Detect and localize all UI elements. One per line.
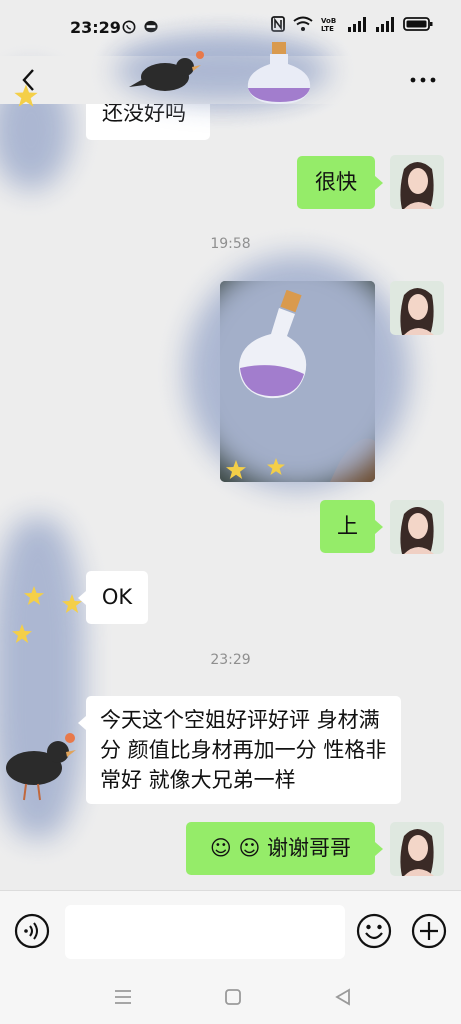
message-bubble-incoming[interactable]: 今天这个空姐好评好评 身材满分 颜值比身材再加一分 性格非常好 就像大兄弟一样 (86, 696, 401, 804)
message-text: 还没好吗 (102, 101, 186, 125)
volte-icon: VoB LTE (321, 17, 336, 32)
self-avatar[interactable] (390, 155, 444, 209)
timestamp: 19:58 (210, 236, 251, 252)
battery-icon (403, 17, 433, 31)
star-icon (14, 84, 38, 107)
message-bubble-outgoing[interactable]: 上 (320, 500, 375, 553)
status-time: 23:29 (70, 18, 121, 37)
bubble-tail (78, 591, 86, 605)
input-bar (0, 890, 461, 971)
message-text: ☺ ☺ 谢谢哥哥 (209, 836, 352, 860)
signal-icon-2 (376, 17, 394, 32)
message-input[interactable] (65, 905, 345, 959)
system-nav-bar (0, 970, 461, 1024)
svg-text:VoB: VoB (321, 17, 336, 25)
message-text: 上 (337, 514, 358, 538)
bubble-tail (375, 842, 383, 856)
message-text: 今天这个空姐好评好评 身材满分 颜值比身材再加一分 性格非常好 就像大兄弟一样 (100, 708, 387, 792)
emoji-icon[interactable] (356, 913, 392, 949)
bubble-tail (78, 716, 86, 730)
status-icons: VoB LTE (271, 16, 433, 32)
menu-icon[interactable] (112, 986, 134, 1008)
self-avatar[interactable] (390, 822, 444, 876)
message-text: OK (101, 585, 133, 609)
whatsapp-icon (122, 20, 136, 34)
svg-text:LTE: LTE (321, 25, 334, 32)
stars-decoration-icon (226, 458, 285, 479)
timestamp: 23:29 (210, 652, 251, 668)
more-icon[interactable] (409, 76, 437, 84)
home-icon[interactable] (222, 986, 244, 1008)
plus-icon[interactable] (411, 913, 447, 949)
signal-icon-1 (348, 17, 366, 32)
message-text: 很快 (315, 170, 357, 194)
potion-sticker-icon (239, 290, 307, 399)
voice-icon[interactable] (14, 913, 50, 949)
back-triangle-icon[interactable] (332, 986, 354, 1008)
bubble-tail (375, 520, 383, 534)
self-avatar[interactable] (390, 281, 444, 335)
potion-sticker-icon (247, 42, 311, 104)
crow-sticker-icon (6, 733, 76, 801)
line-app-icon (144, 20, 158, 33)
message-bubble-outgoing[interactable]: ☺ ☺ 谢谢哥哥 (186, 822, 375, 875)
crow-sticker-icon (129, 51, 204, 91)
wifi-icon (293, 16, 313, 31)
message-bubble-outgoing[interactable]: 很快 (297, 156, 375, 209)
message-bubble-incoming[interactable]: OK (86, 571, 148, 624)
bubble-tail (375, 176, 383, 190)
self-avatar[interactable] (390, 500, 444, 554)
nfc-icon (271, 16, 285, 32)
